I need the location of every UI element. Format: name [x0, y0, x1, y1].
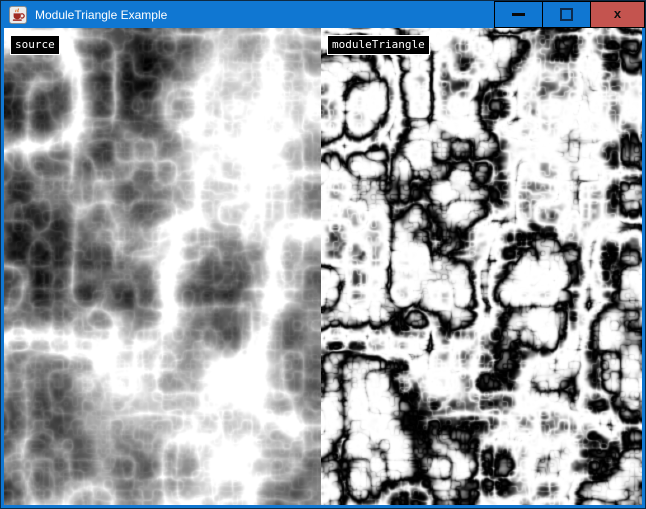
- panel-source: source: [4, 28, 321, 505]
- panel-moduletriangle: moduleTriangle: [321, 28, 642, 505]
- content-area: source moduleTriangle: [1, 28, 645, 508]
- app-window: ModuleTriangle Example x source moduleTr…: [0, 0, 646, 509]
- maximize-button[interactable]: [542, 2, 590, 27]
- minimize-button[interactable]: [495, 2, 542, 27]
- window-controls: x: [494, 1, 645, 28]
- minimize-icon: [512, 13, 525, 16]
- source-label: source: [10, 35, 60, 55]
- titlebar[interactable]: ModuleTriangle Example x: [1, 1, 645, 28]
- java-coffee-cup-icon: [9, 6, 27, 24]
- source-noise-image: [4, 28, 321, 505]
- maximize-icon: [560, 8, 573, 21]
- moduletriangle-label: moduleTriangle: [327, 35, 430, 55]
- window-title: ModuleTriangle Example: [35, 8, 494, 22]
- close-icon: x: [614, 7, 621, 20]
- close-button[interactable]: x: [590, 2, 644, 27]
- moduletriangle-noise-image: [321, 28, 642, 505]
